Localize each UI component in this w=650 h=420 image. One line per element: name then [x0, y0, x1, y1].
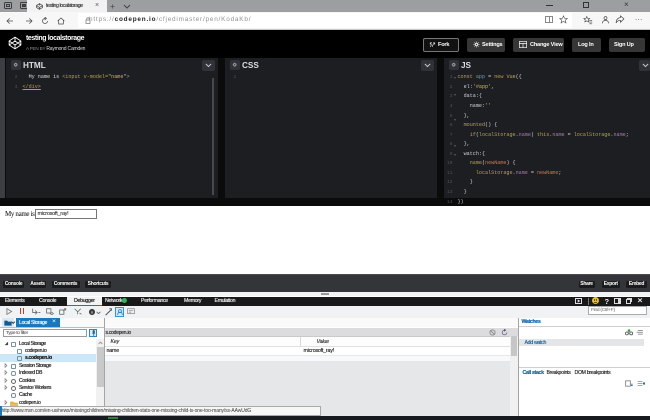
svg-text:n: n [91, 309, 93, 314]
